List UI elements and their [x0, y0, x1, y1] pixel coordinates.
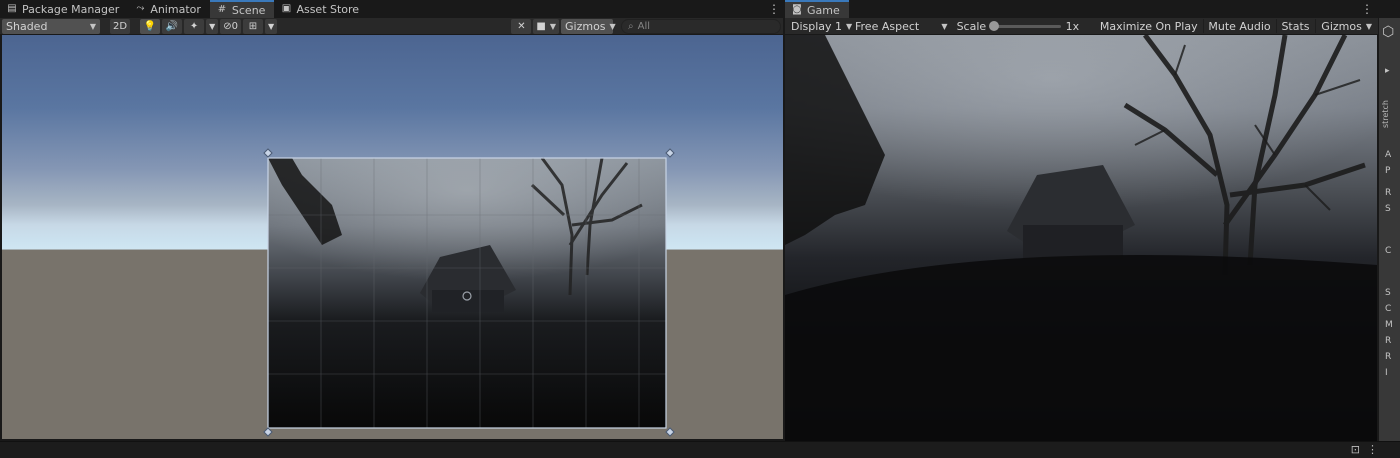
rect-handle-top-right[interactable]: [665, 148, 675, 158]
scale-label: Scale: [956, 19, 987, 33]
game-tabbar: ◙ Game: [785, 0, 1378, 18]
inspector-row[interactable]: I: [1385, 368, 1388, 378]
cube-icon: ⬡: [1382, 24, 1395, 40]
rect-handle-bottom-right[interactable]: [665, 427, 675, 437]
rect-handle-top-left[interactable]: [263, 148, 273, 158]
display-dropdown[interactable]: Display 1 ▼: [787, 19, 852, 34]
inspector-row[interactable]: R: [1385, 352, 1391, 362]
game-gizmos-dropdown[interactable]: Gizmos ▼: [1317, 19, 1376, 34]
chevron-down-icon: ▼: [209, 21, 216, 31]
mute-audio-button[interactable]: Mute Audio: [1205, 19, 1273, 34]
gizmos-label: Gizmos: [1321, 19, 1362, 33]
stats-button[interactable]: Stats: [1278, 19, 1312, 34]
inspector-row[interactable]: A: [1385, 150, 1391, 160]
background-sprite[interactable]: [267, 157, 667, 429]
lock-icon[interactable]: ⊡: [1351, 443, 1360, 456]
tab-scene[interactable]: # Scene: [209, 0, 275, 18]
chevron-down-icon: ▼: [609, 21, 616, 31]
lighting-toggle-button[interactable]: 💡: [140, 18, 161, 34]
gizmos-label: Gizmos: [565, 19, 606, 33]
effects-icon: ✦: [189, 20, 199, 32]
effects-toggle-button[interactable]: ✦: [184, 18, 205, 34]
inspector-row[interactable]: R: [1385, 188, 1391, 198]
inspector-row[interactable]: M: [1385, 320, 1393, 330]
tab-label: Game: [807, 3, 840, 17]
chevron-down-icon: ▼: [267, 21, 275, 31]
grid-icon: ⊞: [248, 20, 258, 32]
gamepad-icon: ◙: [792, 4, 802, 15]
rect-handle-bottom-left[interactable]: [263, 427, 273, 437]
scale-slider-knob[interactable]: [989, 20, 1000, 31]
scene-canvas: [263, 148, 675, 437]
store-icon: ▣: [281, 3, 292, 14]
effects-dropdown-button[interactable]: ▼: [206, 18, 219, 34]
chevron-down-icon: ▼: [1365, 21, 1372, 31]
inspector-row[interactable]: R: [1385, 336, 1391, 346]
search-icon: ⌕: [628, 20, 634, 32]
gizmos-dropdown[interactable]: Gizmos ▼: [561, 18, 616, 34]
inspector-row[interactable]: S: [1385, 204, 1391, 214]
tab-label: Package Manager: [22, 2, 120, 16]
animator-icon: ⤳: [136, 3, 145, 14]
inspector-row[interactable]: C: [1385, 304, 1391, 314]
search-placeholder: All: [637, 20, 651, 32]
scale-value: 1x: [1065, 19, 1080, 33]
aspect-label: Free Aspect: [855, 19, 920, 33]
tab-label: Animator: [150, 2, 201, 16]
shading-mode-dropdown[interactable]: Shaded ▼: [2, 18, 100, 34]
kebab-menu-icon[interactable]: ⋮: [1367, 443, 1378, 456]
grid-dropdown-button[interactable]: ▼: [264, 18, 278, 34]
scene-search-input[interactable]: ⌕ All: [621, 18, 781, 34]
game-kebab-menu-icon[interactable]: ⋮: [1361, 2, 1373, 16]
hidden-count: 0: [231, 20, 238, 32]
stretch-label: stretch: [1381, 100, 1390, 128]
chevron-right-icon[interactable]: ▸: [1385, 66, 1390, 76]
tab-package-manager[interactable]: ▤ Package Manager: [0, 0, 128, 18]
shading-mode-label: Shaded: [6, 19, 48, 33]
2d-label: 2D: [113, 20, 128, 32]
scene-kebab-menu-icon[interactable]: ⋮: [768, 2, 780, 16]
crossed-tools-icon: ✕: [517, 20, 526, 32]
aspect-dropdown[interactable]: Free Aspect ▼: [851, 19, 952, 34]
camera-button[interactable]: ■ ▼: [533, 18, 559, 34]
2d-toggle-button[interactable]: 2D: [110, 18, 131, 34]
tools-button[interactable]: ✕: [511, 18, 532, 34]
tab-asset-store[interactable]: ▣ Asset Store: [274, 0, 368, 18]
status-bar: ⊡ ⋮: [0, 441, 1400, 458]
maximize-on-play-button[interactable]: Maximize On Play: [1097, 19, 1201, 34]
game-render: [785, 35, 1377, 441]
speaker-icon: 🔊: [165, 20, 179, 32]
scene-grid-icon: #: [217, 4, 227, 15]
chevron-down-icon: ▼: [549, 21, 556, 31]
audio-toggle-button[interactable]: 🔊: [162, 18, 183, 34]
inspector-panel: ⬡ ▸ stretch A P R S C S C M R R I: [1378, 18, 1400, 441]
scale-slider[interactable]: [989, 20, 1061, 31]
grid-toggle-button[interactable]: ⊞: [242, 18, 263, 34]
inspector-row[interactable]: P: [1385, 166, 1390, 176]
eye-slash-icon: ⊘: [223, 20, 232, 32]
tab-animator[interactable]: ⤳ Animator: [128, 0, 210, 18]
tab-game[interactable]: ◙ Game: [785, 0, 849, 18]
lightbulb-icon: 💡: [143, 20, 157, 32]
scene-viewport[interactable]: [2, 35, 783, 439]
scene-tabbar: ▤ Package Manager ⤳ Animator # Scene ▣ A…: [0, 0, 783, 18]
display-label: Display 1: [791, 19, 843, 33]
hidden-objects-toggle[interactable]: ⊘ 0: [220, 18, 241, 34]
chevron-down-icon: ▼: [89, 21, 96, 31]
inspector-row[interactable]: S: [1385, 288, 1391, 298]
chevron-down-icon: ▼: [941, 21, 948, 31]
package-icon: ▤: [7, 3, 17, 14]
game-toolbar: Display 1 ▼ Free Aspect ▼ Scale 1x Maxim…: [785, 18, 1378, 35]
game-viewport[interactable]: [785, 35, 1377, 441]
tab-label: Scene: [231, 3, 266, 17]
inspector-row[interactable]: C: [1385, 246, 1391, 256]
tab-label: Asset Store: [296, 2, 360, 16]
scene-toolbar: Shaded ▼ 2D 💡 🔊 ✦ ▼ ⊘ 0 ⊞ ▼ ✕ ■ ▼ Gizmos …: [0, 18, 783, 35]
camera-icon: ■: [536, 20, 546, 32]
